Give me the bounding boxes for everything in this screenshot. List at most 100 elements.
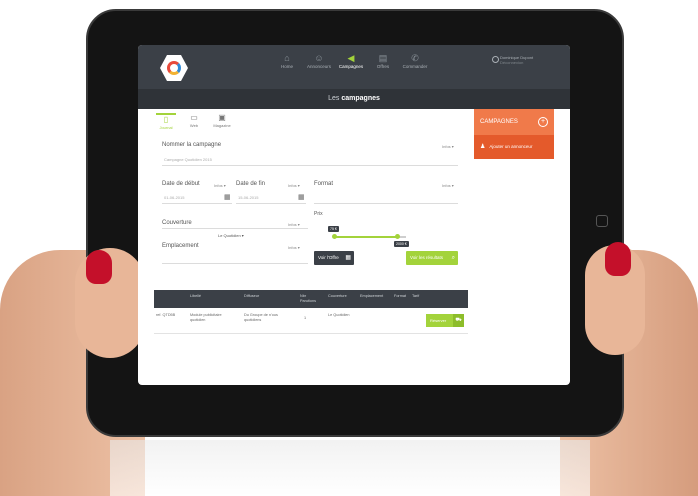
add-advertiser-button[interactable]: ♟ Ajouter un annonceur	[474, 135, 554, 159]
price-label: Prix	[314, 211, 323, 217]
grid-icon: ▦	[345, 255, 351, 261]
app-screen: ⌂ Home ☺ Annonceurs ◀ Campagnes ▤ Offres ✆ Co…	[138, 45, 570, 385]
date-start-label: Date de début	[162, 181, 200, 187]
date-end-underline	[236, 203, 306, 204]
col-diffuseur: Diffuseur	[244, 294, 260, 298]
phone-icon: ✆	[411, 53, 419, 63]
user-icon	[492, 56, 499, 63]
logo-mark-icon	[167, 61, 181, 75]
date-end-label: Date de fin	[236, 181, 266, 187]
col-couverture: Couverture	[328, 294, 347, 298]
tablet-reflection	[110, 440, 590, 496]
date-start-info[interactable]: Infos ▾	[214, 183, 226, 188]
campaign-name-input[interactable]: Campagne Quotidien 2015	[164, 157, 212, 162]
add-campaign-plus-icon[interactable]: +	[538, 117, 548, 127]
campaign-name-info[interactable]: Infos ▾	[442, 144, 454, 149]
calendar-end-icon[interactable]: ▦	[298, 193, 305, 201]
coverage-label: Couverture	[162, 220, 192, 226]
results-table-header: Libellé Diffuseur Nbr Parutions Couvertu…	[154, 290, 468, 308]
main-nav: ⌂ Home ☺ Annonceurs ◀ Campagnes ▤ Offres ✆ Co…	[276, 53, 428, 83]
format-info[interactable]: Infos ▾	[442, 183, 454, 188]
view-results-button[interactable]: Voir les résultats ⌕	[406, 251, 458, 265]
price-slider[interactable]	[332, 234, 406, 239]
price-slider-min-handle[interactable]	[332, 234, 337, 239]
page-title: campagnes	[341, 95, 380, 102]
nav-campagnes[interactable]: ◀ Campagnes	[338, 53, 364, 83]
people-icon: ☺	[314, 53, 324, 63]
user-add-icon: ♟	[480, 144, 486, 150]
nav-commander-label: Commander	[402, 64, 428, 69]
nav-campagnes-label: Campagnes	[338, 64, 364, 69]
col-tarif: Tarif	[412, 294, 420, 298]
nav-annonceurs-label: Annonceurs	[306, 64, 332, 69]
reserve-button[interactable]: Réserver ⛟	[426, 314, 464, 327]
newspaper-icon: ▯	[163, 115, 169, 124]
campaign-name-underline	[162, 165, 458, 166]
format-underline	[314, 203, 458, 204]
price-slider-max-handle[interactable]	[395, 234, 401, 239]
coverage-underline	[162, 228, 308, 229]
coverage-info[interactable]: Infos ▾	[288, 222, 300, 227]
price-max-tooltip: 2000 €	[394, 241, 409, 247]
row-diffuseur: Du Groupe de n'ous quotidiens	[244, 313, 278, 322]
row-couverture: Le Quotidien	[328, 313, 350, 317]
nav-offres[interactable]: ▤ Offres	[372, 53, 394, 83]
calendar-icon[interactable]: ▦	[224, 193, 231, 201]
search-icon: ⌕	[451, 255, 455, 261]
reserve-label: Réserver	[430, 318, 447, 323]
page-title-prefix: Les	[328, 95, 340, 102]
row-parutions: 1	[304, 316, 307, 320]
nav-offres-label: Offres	[376, 64, 390, 69]
view-offer-button[interactable]: Voir l'Offre ▦	[314, 251, 354, 265]
nav-home[interactable]: ⌂ Home	[276, 53, 298, 83]
view-results-label: Voir les résultats	[410, 255, 444, 260]
magazine-icon: ▣	[218, 113, 226, 122]
col-emplacement: Emplacement	[360, 294, 384, 298]
campaigns-panel: CAMPAGNES + ♟ Ajouter un annonceur	[474, 109, 554, 159]
add-advertiser-label: Ajouter un annonceur	[489, 144, 533, 149]
top-navigation-bar: ⌂ Home ☺ Annonceurs ◀ Campagnes ▤ Offres ✆ Co…	[138, 45, 570, 89]
col-parutions: Nbr Parutions	[300, 294, 317, 303]
nav-annonceurs[interactable]: ☺ Annonceurs	[306, 53, 332, 83]
placement-underline	[162, 263, 308, 264]
nav-commander[interactable]: ✆ Commander	[402, 53, 428, 83]
nav-home-label: Home	[280, 64, 293, 69]
user-menu[interactable]: Dominique Dupont Déconnexion	[492, 55, 562, 65]
document-icon: ▤	[378, 53, 388, 63]
page-title-bar: Les campagnes	[138, 89, 570, 109]
placement-label: Emplacement	[162, 243, 199, 249]
media-tabs: ▯ Journal ▭ Web ▣ Magazine	[156, 113, 232, 130]
tab-magazine[interactable]: ▣ Magazine	[212, 113, 232, 130]
tablet-home-button[interactable]	[596, 215, 608, 227]
campaigns-panel-title: CAMPAGNES	[480, 119, 518, 125]
megaphone-icon: ◀	[347, 53, 355, 63]
tab-web-label: Web	[189, 123, 199, 128]
price-min-tooltip: 75 €	[328, 226, 339, 232]
row-id: ref. QTD5B	[156, 313, 176, 317]
date-start-underline	[162, 203, 232, 204]
date-end-info[interactable]: Infos ▾	[288, 183, 300, 188]
logout-link[interactable]: Déconnexion	[500, 60, 562, 65]
tab-journal[interactable]: ▯ Journal	[156, 113, 176, 130]
view-offer-label: Voir l'Offre	[318, 255, 339, 260]
tab-web[interactable]: ▭ Web	[184, 113, 204, 130]
monitor-icon: ▭	[190, 113, 198, 122]
app-logo[interactable]	[160, 55, 188, 81]
coverage-select[interactable]: Le Quotidien ▾	[218, 233, 244, 238]
tab-magazine-label: Magazine	[213, 123, 231, 128]
format-label: Format	[314, 181, 334, 187]
tab-journal-label: Journal	[159, 125, 173, 130]
price-slider-fill	[334, 236, 398, 238]
right-thumbnail-polish	[605, 242, 631, 276]
row-libelle: Module publicitaire quotidien	[190, 313, 222, 322]
left-thumbnail-polish	[86, 250, 112, 284]
placement-info[interactable]: Infos ▾	[288, 245, 300, 250]
col-format: Format	[394, 294, 407, 298]
table-row[interactable]: ref. QTD5B Module publicitaire quotidien…	[154, 308, 468, 334]
col-libelle: Libellé	[190, 294, 201, 298]
home-icon: ⌂	[284, 53, 290, 63]
date-start-input[interactable]: 01-06-2015	[164, 195, 184, 200]
campaign-name-label: Nommer la campagne	[162, 142, 222, 148]
date-end-input[interactable]: 15-06-2015	[238, 195, 258, 200]
cart-icon: ⛟	[453, 314, 464, 327]
